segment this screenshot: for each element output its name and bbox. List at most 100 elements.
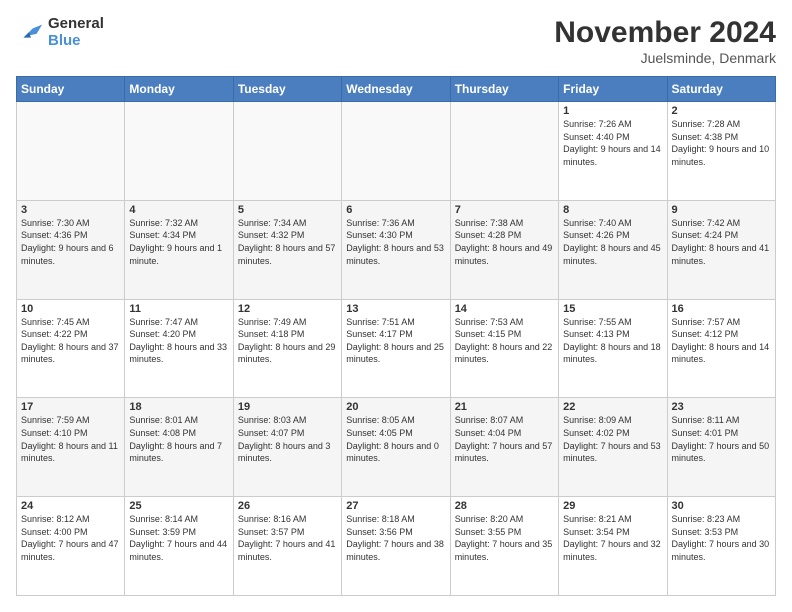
day-header-monday: Monday	[125, 77, 233, 102]
day-number: 27	[346, 500, 445, 512]
day-number: 25	[129, 500, 228, 512]
day-number: 9	[672, 204, 771, 216]
day-info: Sunrise: 7:32 AM Sunset: 4:34 PM Dayligh…	[129, 217, 228, 267]
day-number: 18	[129, 401, 228, 413]
calendar-cell: 19Sunrise: 8:03 AM Sunset: 4:07 PM Dayli…	[233, 398, 341, 497]
calendar-cell: 18Sunrise: 8:01 AM Sunset: 4:08 PM Dayli…	[125, 398, 233, 497]
day-number: 30	[672, 500, 771, 512]
day-info: Sunrise: 8:01 AM Sunset: 4:08 PM Dayligh…	[129, 414, 228, 464]
day-number: 5	[238, 204, 337, 216]
calendar-cell	[450, 102, 558, 201]
calendar-cell: 25Sunrise: 8:14 AM Sunset: 3:59 PM Dayli…	[125, 497, 233, 596]
day-info: Sunrise: 8:20 AM Sunset: 3:55 PM Dayligh…	[455, 513, 554, 563]
calendar-cell: 14Sunrise: 7:53 AM Sunset: 4:15 PM Dayli…	[450, 299, 558, 398]
day-number: 13	[346, 303, 445, 315]
calendar-table: SundayMondayTuesdayWednesdayThursdayFrid…	[16, 76, 776, 596]
day-number: 17	[21, 401, 120, 413]
day-number: 23	[672, 401, 771, 413]
day-header-tuesday: Tuesday	[233, 77, 341, 102]
day-number: 1	[563, 105, 662, 117]
day-number: 2	[672, 105, 771, 117]
calendar-cell	[233, 102, 341, 201]
day-header-friday: Friday	[559, 77, 667, 102]
day-info: Sunrise: 8:18 AM Sunset: 3:56 PM Dayligh…	[346, 513, 445, 563]
calendar-cell	[125, 102, 233, 201]
day-number: 7	[455, 204, 554, 216]
day-number: 11	[129, 303, 228, 315]
day-info: Sunrise: 7:57 AM Sunset: 4:12 PM Dayligh…	[672, 316, 771, 366]
calendar-cell: 27Sunrise: 8:18 AM Sunset: 3:56 PM Dayli…	[342, 497, 450, 596]
day-info: Sunrise: 7:53 AM Sunset: 4:15 PM Dayligh…	[455, 316, 554, 366]
day-info: Sunrise: 7:55 AM Sunset: 4:13 PM Dayligh…	[563, 316, 662, 366]
calendar-week-row: 17Sunrise: 7:59 AM Sunset: 4:10 PM Dayli…	[17, 398, 776, 497]
month-year-title: November 2024	[554, 16, 776, 50]
day-info: Sunrise: 8:05 AM Sunset: 4:05 PM Dayligh…	[346, 414, 445, 464]
calendar-cell: 15Sunrise: 7:55 AM Sunset: 4:13 PM Dayli…	[559, 299, 667, 398]
day-info: Sunrise: 8:12 AM Sunset: 4:00 PM Dayligh…	[21, 513, 120, 563]
day-header-thursday: Thursday	[450, 77, 558, 102]
day-info: Sunrise: 7:42 AM Sunset: 4:24 PM Dayligh…	[672, 217, 771, 267]
day-number: 20	[346, 401, 445, 413]
day-number: 12	[238, 303, 337, 315]
calendar-cell: 28Sunrise: 8:20 AM Sunset: 3:55 PM Dayli…	[450, 497, 558, 596]
day-number: 29	[563, 500, 662, 512]
calendar-cell: 13Sunrise: 7:51 AM Sunset: 4:17 PM Dayli…	[342, 299, 450, 398]
calendar-cell: 24Sunrise: 8:12 AM Sunset: 4:00 PM Dayli…	[17, 497, 125, 596]
day-number: 28	[455, 500, 554, 512]
page: General Blue November 2024 Juelsminde, D…	[0, 0, 792, 612]
logo: General Blue	[16, 16, 104, 49]
logo-icon	[16, 19, 44, 47]
calendar-cell: 8Sunrise: 7:40 AM Sunset: 4:26 PM Daylig…	[559, 200, 667, 299]
calendar-cell: 1Sunrise: 7:26 AM Sunset: 4:40 PM Daylig…	[559, 102, 667, 201]
day-number: 22	[563, 401, 662, 413]
calendar-cell: 21Sunrise: 8:07 AM Sunset: 4:04 PM Dayli…	[450, 398, 558, 497]
day-info: Sunrise: 7:49 AM Sunset: 4:18 PM Dayligh…	[238, 316, 337, 366]
calendar-week-row: 10Sunrise: 7:45 AM Sunset: 4:22 PM Dayli…	[17, 299, 776, 398]
day-number: 16	[672, 303, 771, 315]
header: General Blue November 2024 Juelsminde, D…	[16, 16, 776, 66]
day-info: Sunrise: 7:51 AM Sunset: 4:17 PM Dayligh…	[346, 316, 445, 366]
day-info: Sunrise: 7:36 AM Sunset: 4:30 PM Dayligh…	[346, 217, 445, 267]
calendar-cell	[17, 102, 125, 201]
calendar-week-row: 24Sunrise: 8:12 AM Sunset: 4:00 PM Dayli…	[17, 497, 776, 596]
day-info: Sunrise: 7:28 AM Sunset: 4:38 PM Dayligh…	[672, 118, 771, 168]
logo-text: General Blue	[48, 16, 104, 49]
calendar-week-row: 1Sunrise: 7:26 AM Sunset: 4:40 PM Daylig…	[17, 102, 776, 201]
day-number: 10	[21, 303, 120, 315]
day-number: 14	[455, 303, 554, 315]
day-header-wednesday: Wednesday	[342, 77, 450, 102]
calendar-week-row: 3Sunrise: 7:30 AM Sunset: 4:36 PM Daylig…	[17, 200, 776, 299]
calendar-cell: 23Sunrise: 8:11 AM Sunset: 4:01 PM Dayli…	[667, 398, 775, 497]
day-info: Sunrise: 8:23 AM Sunset: 3:53 PM Dayligh…	[672, 513, 771, 563]
calendar-cell	[342, 102, 450, 201]
day-number: 26	[238, 500, 337, 512]
day-number: 15	[563, 303, 662, 315]
calendar-cell: 20Sunrise: 8:05 AM Sunset: 4:05 PM Dayli…	[342, 398, 450, 497]
day-info: Sunrise: 7:59 AM Sunset: 4:10 PM Dayligh…	[21, 414, 120, 464]
calendar-cell: 30Sunrise: 8:23 AM Sunset: 3:53 PM Dayli…	[667, 497, 775, 596]
day-number: 21	[455, 401, 554, 413]
calendar-cell: 2Sunrise: 7:28 AM Sunset: 4:38 PM Daylig…	[667, 102, 775, 201]
day-info: Sunrise: 7:47 AM Sunset: 4:20 PM Dayligh…	[129, 316, 228, 366]
day-info: Sunrise: 7:40 AM Sunset: 4:26 PM Dayligh…	[563, 217, 662, 267]
calendar-cell: 11Sunrise: 7:47 AM Sunset: 4:20 PM Dayli…	[125, 299, 233, 398]
day-header-saturday: Saturday	[667, 77, 775, 102]
day-info: Sunrise: 8:03 AM Sunset: 4:07 PM Dayligh…	[238, 414, 337, 464]
day-info: Sunrise: 8:14 AM Sunset: 3:59 PM Dayligh…	[129, 513, 228, 563]
day-info: Sunrise: 8:11 AM Sunset: 4:01 PM Dayligh…	[672, 414, 771, 464]
calendar-cell: 10Sunrise: 7:45 AM Sunset: 4:22 PM Dayli…	[17, 299, 125, 398]
day-info: Sunrise: 7:30 AM Sunset: 4:36 PM Dayligh…	[21, 217, 120, 267]
day-info: Sunrise: 7:38 AM Sunset: 4:28 PM Dayligh…	[455, 217, 554, 267]
day-info: Sunrise: 8:07 AM Sunset: 4:04 PM Dayligh…	[455, 414, 554, 464]
calendar-cell: 6Sunrise: 7:36 AM Sunset: 4:30 PM Daylig…	[342, 200, 450, 299]
calendar-cell: 29Sunrise: 8:21 AM Sunset: 3:54 PM Dayli…	[559, 497, 667, 596]
title-block: November 2024 Juelsminde, Denmark	[554, 16, 776, 66]
day-info: Sunrise: 7:45 AM Sunset: 4:22 PM Dayligh…	[21, 316, 120, 366]
day-header-sunday: Sunday	[17, 77, 125, 102]
day-info: Sunrise: 7:34 AM Sunset: 4:32 PM Dayligh…	[238, 217, 337, 267]
calendar-cell: 12Sunrise: 7:49 AM Sunset: 4:18 PM Dayli…	[233, 299, 341, 398]
calendar-cell: 17Sunrise: 7:59 AM Sunset: 4:10 PM Dayli…	[17, 398, 125, 497]
day-number: 3	[21, 204, 120, 216]
day-info: Sunrise: 8:09 AM Sunset: 4:02 PM Dayligh…	[563, 414, 662, 464]
calendar-cell: 7Sunrise: 7:38 AM Sunset: 4:28 PM Daylig…	[450, 200, 558, 299]
